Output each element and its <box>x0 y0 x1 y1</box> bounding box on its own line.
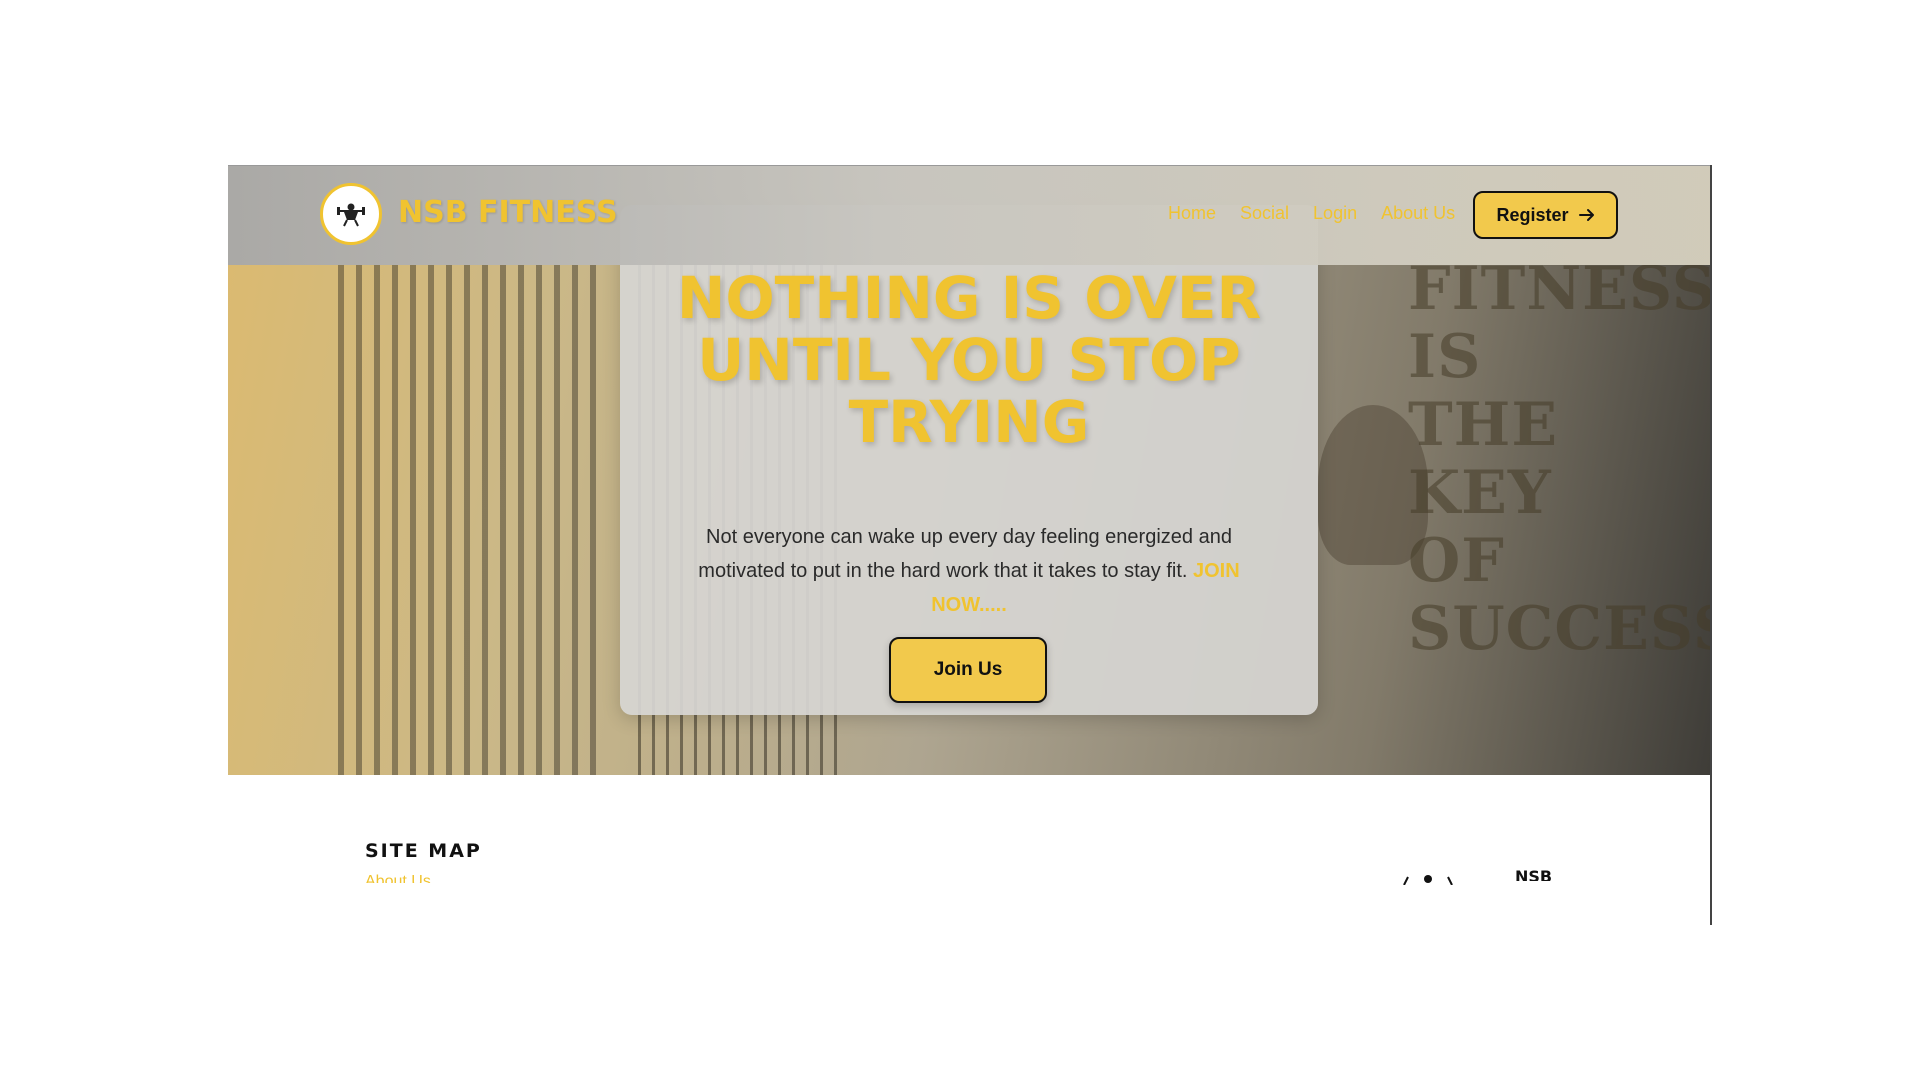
wall-word: THE <box>1408 390 1559 460</box>
wall-word: OF <box>1408 526 1505 596</box>
viewport-top-border <box>228 165 1711 166</box>
footer-link-about-us[interactable]: About Us <box>365 873 431 883</box>
register-button[interactable]: Register <box>1473 191 1618 239</box>
hero-headline: NOTHING IS OVER UNTIL YOU STOP TRYING <box>620 267 1318 453</box>
hero-background-blinds <box>338 265 608 775</box>
footer-brand: NSB <box>1515 867 1553 881</box>
wall-word: IS <box>1408 322 1482 392</box>
headline-line: TRYING <box>848 388 1090 456</box>
page-viewport: FITNESS IS THE KEY OF SUCCESS NOTHING IS… <box>228 165 1711 925</box>
main-nav: Home Social Login About Us <box>1168 203 1455 224</box>
headline-line: UNTIL YOU STOP <box>697 326 1241 394</box>
site-footer: SITE MAP About Us NSB <box>228 775 1711 925</box>
nav-social[interactable]: Social <box>1240 203 1289 224</box>
hero-description-text: Not everyone can wake up every day feeli… <box>698 526 1232 582</box>
wall-word: FITNESS <box>1408 254 1711 324</box>
nav-login[interactable]: Login <box>1313 203 1357 224</box>
wall-word: KEY <box>1408 458 1552 528</box>
wall-word: SUCCESS <box>1408 594 1711 664</box>
nav-about-us[interactable]: About Us <box>1381 203 1455 224</box>
hero-card: NOTHING IS OVER UNTIL YOU STOP TRYING No… <box>620 205 1318 715</box>
hero-description: Not everyone can wake up every day feeli… <box>665 520 1273 622</box>
site-map-heading: SITE MAP <box>365 840 482 862</box>
viewport-scrollbar-edge <box>1710 165 1712 925</box>
top-navbar: NSB FITNESS Home Social Login About Us R… <box>228 165 1711 265</box>
arrow-right-icon <box>1578 209 1594 221</box>
join-us-button[interactable]: Join Us <box>889 637 1047 703</box>
logo[interactable] <box>320 183 382 245</box>
headline-line: NOTHING IS OVER <box>676 264 1262 332</box>
register-label: Register <box>1496 204 1569 225</box>
brand-name[interactable]: NSB FITNESS <box>398 195 618 230</box>
footer-gym-figure-icon <box>1403 875 1453 885</box>
hero-wall-lettering: FITNESS IS THE KEY OF SUCCESS <box>1408 254 1711 664</box>
nav-home[interactable]: Home <box>1168 203 1216 224</box>
gym-figure-icon <box>337 203 365 227</box>
